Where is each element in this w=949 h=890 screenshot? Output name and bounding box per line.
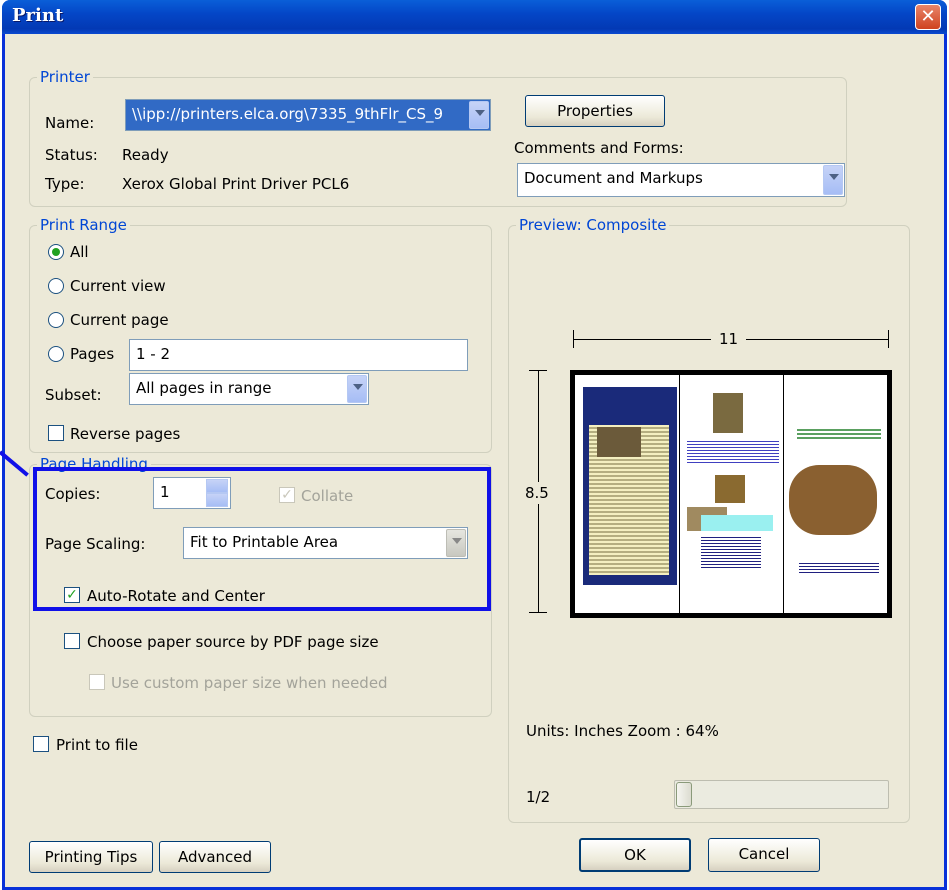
custom-paper-label: Use custom paper size when needed (111, 674, 388, 692)
print-range-legend: Print Range (37, 216, 130, 234)
comments-forms-select[interactable]: Document and Markups (517, 163, 845, 197)
radio-all[interactable] (48, 244, 64, 260)
preview-green-heading (797, 427, 881, 441)
subset-select[interactable]: All pages in range (129, 373, 369, 405)
preview-text-block (799, 561, 879, 575)
print-to-file-checkbox[interactable] (33, 736, 49, 752)
comments-forms-label: Comments and Forms: (514, 139, 684, 157)
width-dimension-right-tick (888, 330, 889, 348)
chevron-down-icon[interactable] (469, 101, 489, 129)
height-dimension-top-tick (529, 370, 547, 371)
radio-pages[interactable] (48, 346, 64, 362)
preview-photo (715, 475, 745, 503)
paper-source-label: Choose paper source by PDF page size (87, 633, 379, 651)
reverse-pages-label: Reverse pages (70, 425, 181, 443)
preview-text-block (701, 535, 761, 569)
advanced-button[interactable]: Advanced (159, 841, 271, 873)
preview-highlight-block (701, 515, 773, 531)
printer-legend: Printer (37, 68, 93, 86)
cancel-button[interactable]: Cancel (708, 838, 820, 872)
paper-source-checkbox[interactable] (64, 633, 80, 649)
preview-legend: Preview: Composite (516, 216, 670, 234)
radio-current-page-label: Current page (70, 311, 169, 329)
print-to-file-label: Print to file (56, 736, 138, 754)
page-slider[interactable] (674, 780, 889, 809)
preview-photo (597, 427, 641, 457)
preview-width-label: 11 (711, 330, 747, 348)
height-dimension-bottom-tick (529, 612, 547, 613)
printer-status-label: Status: (45, 146, 98, 164)
preview-thumbnail (570, 370, 892, 618)
comments-forms-value: Document and Markups (524, 169, 703, 187)
radio-all-label: All (70, 243, 89, 261)
preview-sheet (575, 375, 887, 613)
width-dimension-left-tick (573, 330, 574, 348)
chevron-down-icon[interactable] (347, 375, 367, 403)
pages-input[interactable]: 1 - 2 (129, 339, 468, 371)
preview-divider (679, 375, 680, 613)
subset-label: Subset: (45, 386, 102, 404)
slider-thumb[interactable] (676, 782, 692, 807)
chevron-down-icon[interactable] (823, 165, 843, 195)
radio-pages-label: Pages (70, 345, 115, 363)
reverse-pages-checkbox[interactable] (48, 425, 64, 441)
printer-name-label: Name: (45, 114, 95, 132)
preview-height-label: 8.5 (525, 482, 549, 504)
preview-divider (783, 375, 784, 613)
page-counter: 1/2 (526, 788, 551, 806)
preview-photo (713, 393, 743, 433)
preview-photo (789, 465, 877, 535)
printer-status-value: Ready (122, 146, 169, 164)
units-zoom-label: Units: Inches Zoom : 64% (526, 722, 719, 740)
close-icon[interactable]: ✕ (915, 4, 941, 30)
printing-tips-button[interactable]: Printing Tips (29, 841, 153, 873)
printer-name-value: \\ipp://printers.elca.org\7335_9thFlr_CS… (132, 105, 444, 123)
radio-current-view[interactable] (48, 278, 64, 294)
printer-type-label: Type: (45, 175, 85, 193)
radio-current-page[interactable] (48, 312, 64, 328)
printer-name-select[interactable]: \\ipp://printers.elca.org\7335_9thFlr_CS… (125, 99, 491, 131)
highlight-box (33, 467, 491, 611)
custom-paper-checkbox[interactable] (89, 674, 105, 690)
title-bar[interactable]: Print ✕ (2, 0, 947, 34)
preview-text-block (687, 439, 779, 465)
properties-button[interactable]: Properties (525, 95, 665, 127)
printer-type-value: Xerox Global Print Driver PCL6 (122, 175, 350, 193)
ok-button[interactable]: OK (579, 838, 691, 872)
radio-current-view-label: Current view (70, 277, 166, 295)
window-title: Print (12, 5, 64, 26)
subset-value: All pages in range (136, 379, 272, 397)
